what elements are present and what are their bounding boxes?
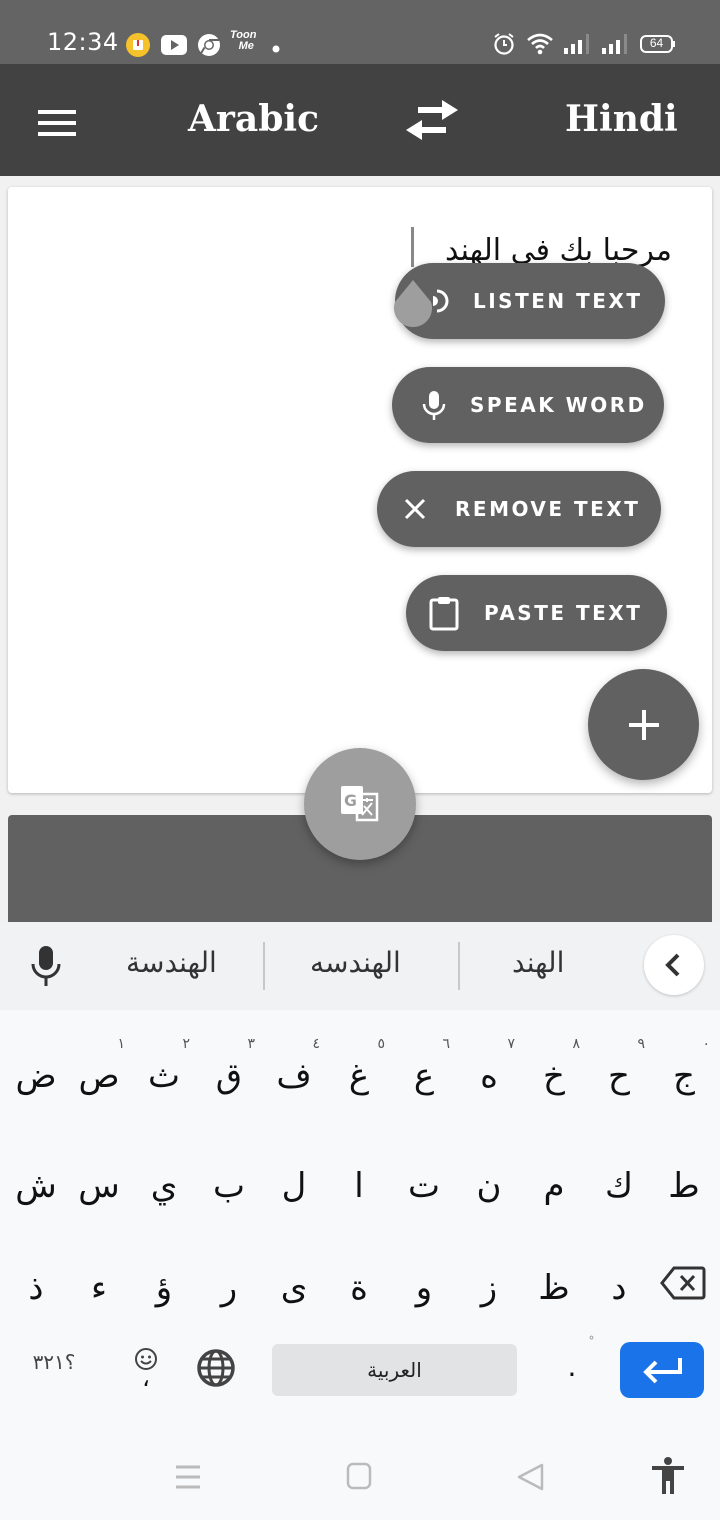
key[interactable]: ب <box>197 1132 261 1228</box>
alarm-icon <box>492 32 516 61</box>
key[interactable]: ش <box>4 1132 68 1228</box>
suggestion-item[interactable]: الهندسة <box>126 946 217 979</box>
key[interactable]: ض <box>4 1022 68 1118</box>
remove-text-button[interactable]: REMOVE TEXT <box>377 471 661 547</box>
key[interactable]: ٣ق <box>197 1022 261 1118</box>
key[interactable]: ر <box>197 1234 261 1330</box>
text-cursor <box>411 227 414 267</box>
key[interactable]: ذ <box>4 1234 68 1330</box>
status-bar: 12:34 Toon Me 64 <box>0 0 720 64</box>
key[interactable]: ٢ث <box>132 1022 196 1118</box>
toonme-icon: Toon Me <box>230 30 256 52</box>
chevron-left-icon <box>665 953 680 977</box>
battery-level: 64 <box>649 36 664 50</box>
translate-button[interactable]: G <box>304 748 416 860</box>
suggestion-divider <box>263 942 265 990</box>
suggestion-bar: الهندسة الهندسه الهند <box>0 922 720 1010</box>
enter-icon <box>642 1356 684 1389</box>
key[interactable]: س <box>67 1132 131 1228</box>
key[interactable]: ٦ع <box>392 1022 456 1118</box>
key[interactable]: ل <box>262 1132 326 1228</box>
battery-icon: 64 <box>640 35 676 58</box>
key[interactable]: ؤ <box>132 1234 196 1330</box>
dot-icon <box>272 40 280 58</box>
selection-handle[interactable] <box>393 280 433 328</box>
key[interactable]: ت <box>392 1132 456 1228</box>
status-time: 12:34 <box>47 28 119 56</box>
key[interactable]: د <box>587 1234 651 1330</box>
suggestion-item[interactable]: الهندسه <box>310 946 401 979</box>
plus-icon <box>626 707 662 748</box>
language-switch-key[interactable] <box>184 1324 248 1420</box>
key[interactable]: م <box>522 1132 586 1228</box>
signal-icon <box>562 33 592 60</box>
key[interactable]: ٠ج <box>652 1022 716 1118</box>
key[interactable]: ٩ح <box>587 1022 651 1118</box>
emoji-comma-key[interactable]: ، <box>114 1324 178 1420</box>
listen-text-button[interactable]: LISTEN TEXT <box>395 263 665 339</box>
key[interactable]: ٤ف <box>262 1022 326 1118</box>
chrome-icon <box>196 32 222 63</box>
key[interactable]: ء <box>67 1234 131 1330</box>
home-icon[interactable] <box>346 1462 374 1495</box>
close-icon <box>397 491 433 527</box>
toonme-label: Me <box>238 40 254 52</box>
target-language-button[interactable]: Hindi <box>565 98 678 140</box>
speak-word-label: SPEAK WORD <box>470 393 647 417</box>
globe-icon <box>196 1348 236 1397</box>
paste-text-button[interactable]: PASTE TEXT <box>406 575 667 651</box>
youtube-icon <box>160 34 188 61</box>
menu-icon[interactable] <box>38 110 76 136</box>
space-key[interactable]: العربية <box>272 1344 517 1396</box>
download-icon <box>125 32 151 63</box>
voice-input-icon[interactable] <box>30 944 62 991</box>
key[interactable]: ظ <box>522 1234 586 1330</box>
suggestion-divider <box>458 942 460 990</box>
listen-text-label: LISTEN TEXT <box>473 289 643 313</box>
google-translate-icon: G <box>339 784 381 831</box>
wifi-icon <box>526 32 554 61</box>
backspace-key[interactable] <box>652 1234 716 1330</box>
enter-key[interactable] <box>620 1342 704 1398</box>
key[interactable]: ى <box>262 1234 326 1330</box>
paste-text-label: PASTE TEXT <box>484 601 643 625</box>
key[interactable]: ة <box>327 1234 391 1330</box>
accessibility-icon[interactable] <box>650 1456 686 1501</box>
app-bar: Arabic Hindi <box>0 64 720 176</box>
key[interactable]: ز <box>457 1234 521 1330</box>
microphone-icon <box>416 387 452 423</box>
back-icon[interactable] <box>516 1462 546 1497</box>
speak-word-button[interactable]: SPEAK WORD <box>392 367 664 443</box>
key[interactable]: ا <box>327 1132 391 1228</box>
signal-icon <box>600 33 630 60</box>
key[interactable]: ك <box>587 1132 651 1228</box>
period-key[interactable]: ْ . <box>540 1324 604 1420</box>
collapse-suggestions-button[interactable] <box>644 935 704 995</box>
key[interactable]: ن <box>457 1132 521 1228</box>
key[interactable]: ٧ه <box>457 1022 521 1118</box>
key[interactable]: ي <box>132 1132 196 1228</box>
source-language-button[interactable]: Arabic <box>188 98 319 140</box>
key[interactable]: ط <box>652 1132 716 1228</box>
clipboard-icon <box>426 595 462 631</box>
key[interactable]: و <box>392 1234 456 1330</box>
key[interactable]: ٨خ <box>522 1022 586 1118</box>
symbols-key[interactable]: ؟٣٢١ <box>22 1324 86 1420</box>
key[interactable]: ١ص <box>67 1022 131 1118</box>
key[interactable]: ٥غ <box>327 1022 391 1118</box>
remove-text-label: REMOVE TEXT <box>455 497 641 521</box>
backspace-icon <box>660 1266 706 1309</box>
recents-icon[interactable] <box>174 1464 202 1495</box>
svg-text:G: G <box>344 791 357 810</box>
navigation-bar <box>0 1420 720 1520</box>
suggestion-item[interactable]: الهند <box>512 946 564 979</box>
swap-icon[interactable] <box>404 98 460 147</box>
fab-menu-toggle-button[interactable] <box>588 669 699 780</box>
